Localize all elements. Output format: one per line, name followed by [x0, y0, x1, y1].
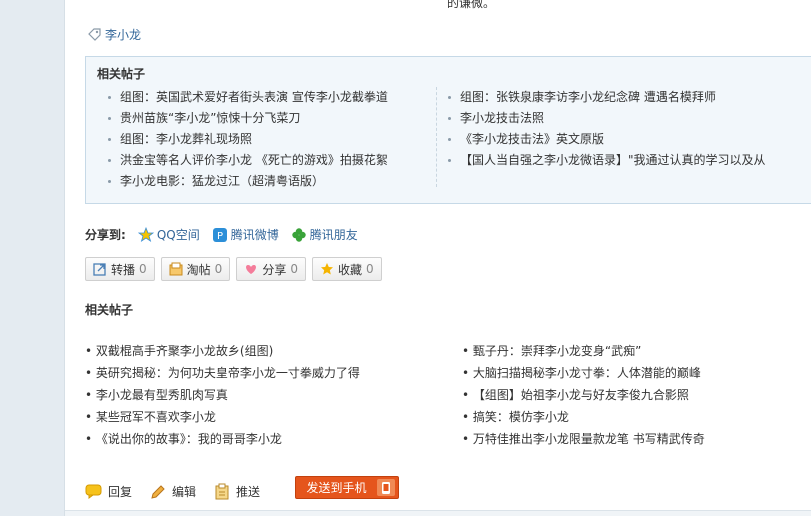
heart-icon	[246, 265, 257, 274]
share-button-label: 分享	[262, 262, 287, 277]
push-button[interactable]: 推送	[214, 483, 260, 500]
related-posts-right: 组图：张铁泉康李访李小龙纪念碑 遭遇名模拜师 李小龙技击法照 《李小龙技击法》英…	[446, 87, 766, 171]
tencent-friends-icon	[292, 227, 306, 242]
collect-button[interactable]: 淘帖 0	[160, 257, 231, 281]
svg-text:P: P	[217, 231, 223, 242]
reply-label: 回复	[108, 485, 133, 499]
left-gutter	[0, 0, 64, 516]
share-tencent-weibo-label: 腾讯微博	[230, 228, 279, 242]
share-count: 0	[290, 262, 298, 276]
forward-button[interactable]: 转播 0	[85, 257, 155, 281]
related-post-link[interactable]: 洪金宝等名人评价李小龙 《死亡的游戏》拍摄花絮	[106, 150, 388, 171]
send-to-phone-label: 发送到手机	[306, 481, 367, 495]
edit-button[interactable]: 编辑	[150, 483, 196, 500]
related-post-link[interactable]: 组图：李小龙葬礼现场照	[106, 129, 388, 150]
share-tencent-friends-label: 腾讯朋友	[309, 228, 358, 242]
push-label: 推送	[236, 485, 261, 499]
column-divider	[436, 87, 437, 187]
related-thread-link[interactable]: 《说出你的故事》：我的哥哥李小龙	[85, 428, 360, 450]
share-button[interactable]: 分享 0	[236, 257, 306, 281]
related-posts-box: 相关帖子 组图：英国武术爱好者街头表演 宣传李小龙截拳道 贵州苗族“李小龙”惊悚…	[85, 56, 811, 204]
related-thread-link[interactable]: 甄子丹：崇拜李小龙变身“武痴”	[462, 340, 705, 362]
reply-icon	[85, 484, 102, 499]
related-post-link[interactable]: 组图：张铁泉康李访李小龙纪念碑 遭遇名模拜师	[446, 87, 766, 108]
related-thread-link[interactable]: 英研究揭秘：为何功夫皇帝李小龙一寸拳威力了得	[85, 362, 360, 384]
share-qzone-label: QQ空间	[156, 228, 200, 242]
related-post-link[interactable]: 李小龙电影：猛龙过江（超清粤语版）	[106, 171, 388, 192]
tag-link[interactable]: 李小龙	[105, 26, 141, 43]
edit-label: 编辑	[172, 485, 197, 499]
related-thread-link[interactable]: 万特佳推出李小龙限量款龙笔 书写精武传奇	[462, 428, 705, 450]
related-thread-link[interactable]: 某些冠军不喜欢李小龙	[85, 406, 360, 428]
star-icon	[320, 263, 333, 275]
collect-count: 0	[214, 262, 223, 276]
related-post-link[interactable]: 《李小龙技击法》英文原版	[446, 129, 766, 150]
related-posts-title: 相关帖子	[97, 67, 146, 81]
related-post-link[interactable]: 组图：英国武术爱好者街头表演 宣传李小龙截拳道	[106, 87, 388, 108]
favorite-label: 收藏	[337, 262, 362, 277]
related-thread-link[interactable]: 李小龙最有型秀肌肉写真	[85, 384, 360, 406]
post-footer-actions: 回复 编辑 推送	[85, 483, 260, 500]
qzone-icon	[137, 226, 154, 242]
favorite-button[interactable]: 收藏 0	[311, 257, 382, 281]
post-action-buttons: 转播 0 淘帖 0 分享 0 收藏 0	[85, 257, 382, 281]
share-row: 分享到: QQ空间 P 腾讯微博 腾讯朋友	[85, 226, 358, 243]
related-threads-right: 甄子丹：崇拜李小龙变身“武痴” 大脑扫描揭秘李小龙寸拳：人体潜能的巅峰 【组图】…	[462, 340, 705, 450]
share-qzone[interactable]: QQ空间	[137, 226, 200, 243]
share-tencent-weibo[interactable]: P 腾讯微博	[212, 226, 279, 243]
related-posts-left: 组图：英国武术爱好者街头表演 宣传李小龙截拳道 贵州苗族“李小龙”惊悚十分飞菜刀…	[106, 87, 388, 192]
related-post-link[interactable]: 【国人当自强之李小龙微语录】"我通过认真的学习以及从	[446, 150, 766, 171]
collect-label: 淘帖	[186, 262, 211, 277]
related-post-link[interactable]: 李小龙技击法照	[446, 108, 766, 129]
post-text-fragment: 的谦微。	[447, 0, 496, 10]
tag-icon	[87, 27, 101, 42]
forward-icon	[93, 263, 106, 276]
collect-box-icon	[169, 262, 183, 276]
send-to-phone-button[interactable]: 发送到手机	[295, 476, 399, 499]
reply-button[interactable]: 回复	[85, 483, 132, 500]
related-thread-link[interactable]: 双截棍高手齐聚李小龙故乡(组图)	[85, 340, 360, 362]
post-content: 的谦微。 李小龙 相关帖子 组图：英国武术爱好者街头表演 宣传李小龙截拳道 贵州…	[64, 0, 811, 516]
share-tencent-friends[interactable]: 腾讯朋友	[291, 226, 358, 243]
share-label: 分享到:	[85, 228, 126, 242]
post-bottom-border	[65, 510, 811, 516]
related-threads-left: 双截棍高手齐聚李小龙故乡(组图) 英研究揭秘：为何功夫皇帝李小龙一寸拳威力了得 …	[85, 340, 360, 450]
clipboard-icon	[215, 483, 229, 500]
related-post-link[interactable]: 贵州苗族“李小龙”惊悚十分飞菜刀	[106, 108, 388, 129]
forward-label: 转播	[111, 262, 136, 277]
pencil-icon	[151, 484, 165, 499]
tencent-weibo-icon: P	[212, 227, 227, 242]
related-thread-link[interactable]: 大脑扫描揭秘李小龙寸拳：人体潜能的巅峰	[462, 362, 705, 384]
phone-icon	[377, 479, 395, 496]
tag-row: 李小龙	[87, 26, 141, 43]
favorite-count: 0	[365, 262, 374, 276]
related-threads-title: 相关帖子	[85, 303, 134, 317]
forward-count: 0	[139, 262, 147, 276]
related-thread-link[interactable]: 搞笑：模仿李小龙	[462, 406, 705, 428]
related-thread-link[interactable]: 【组图】始祖李小龙与好友李俊九合影照	[462, 384, 705, 406]
